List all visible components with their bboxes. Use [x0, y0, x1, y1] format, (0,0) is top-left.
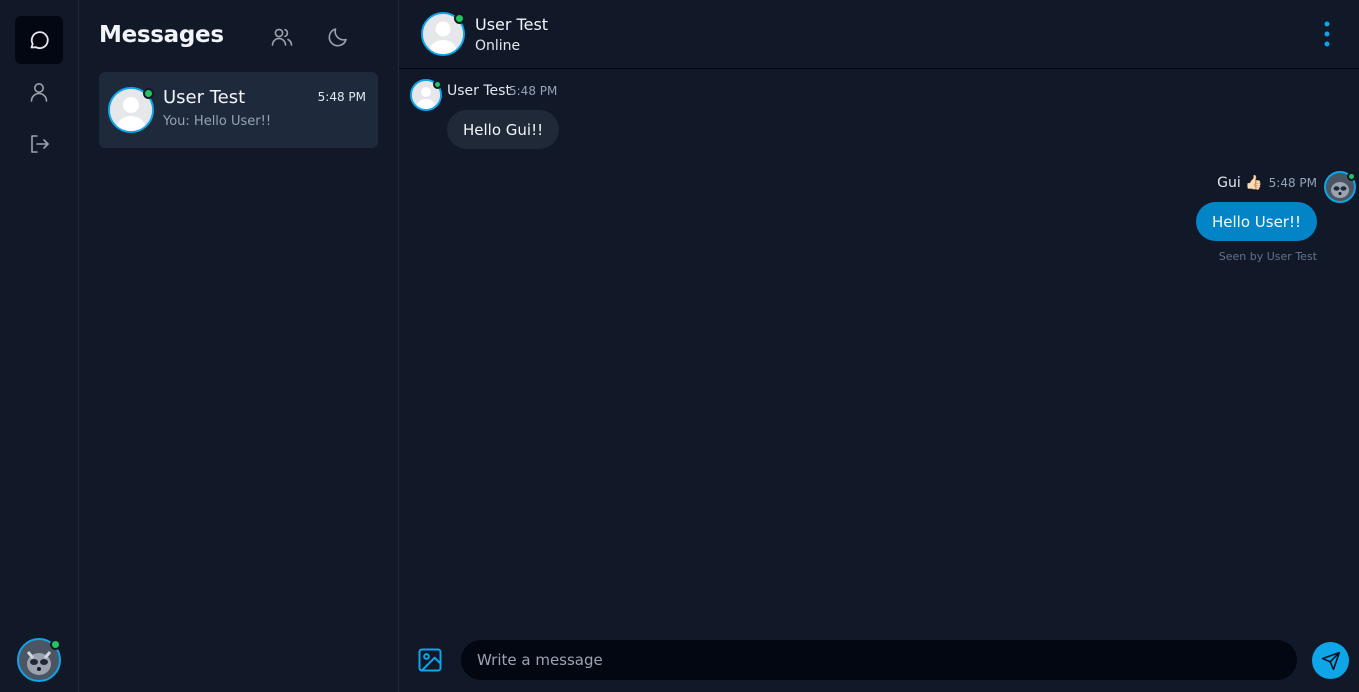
avatar — [108, 87, 154, 133]
image-icon — [418, 648, 442, 672]
send-icon — [1321, 651, 1340, 670]
page-title: Messages — [99, 22, 224, 48]
chat-bubble-icon — [30, 31, 49, 50]
more-vertical-icon — [1324, 21, 1330, 47]
current-user-avatar[interactable] — [17, 638, 61, 682]
users-icon — [271, 28, 293, 46]
chat-partner-status: Online — [475, 38, 521, 54]
moon-icon — [328, 28, 347, 47]
sidebar-rail — [0, 0, 79, 692]
chat-pane: User Test Online User Test 5:48 PM Hello… — [399, 0, 1359, 692]
message-meta: Gui 👍🏻 5:48 PM — [1217, 175, 1317, 191]
user-icon — [30, 83, 48, 102]
conversation-list: Messages User Test 5:48 PM You: Hello Us… — [79, 0, 399, 692]
chat-partner-name: User Test — [475, 15, 549, 34]
seen-receipt: Seen by User Test — [1218, 250, 1317, 263]
send-button[interactable] — [1312, 642, 1349, 679]
message-bubble-incoming: Hello Gui!! — [447, 110, 560, 149]
conversation-time: 5:48 PM — [317, 90, 366, 104]
online-indicator — [433, 80, 442, 89]
chat-options-button[interactable] — [1317, 20, 1337, 48]
sender-avatar — [1324, 171, 1356, 203]
message-bubble-outgoing: Hello User!! — [1195, 202, 1317, 241]
contacts-button[interactable] — [268, 23, 296, 51]
message-sender-name: User Test — [447, 83, 511, 99]
chat-header: User Test Online — [399, 0, 1359, 69]
rail-chats-button[interactable] — [15, 16, 63, 64]
chat-app: Messages User Test 5:48 PM You: Hello Us… — [0, 0, 1359, 692]
sender-avatar — [410, 79, 442, 111]
message-sender-name: Gui 👍🏻 — [1217, 175, 1263, 191]
rail-logout-button[interactable] — [15, 120, 63, 168]
conversation-item[interactable]: User Test 5:48 PM You: Hello User!! — [99, 72, 378, 148]
rail-profile-button[interactable] — [15, 68, 63, 116]
message-input[interactable] — [461, 640, 1297, 680]
logout-icon — [31, 135, 49, 153]
conversation-preview: You: Hello User!! — [163, 114, 272, 129]
online-indicator — [1347, 172, 1356, 181]
attach-image-button[interactable] — [415, 645, 445, 675]
message-time: 5:48 PM — [1268, 176, 1317, 190]
chat-partner-avatar[interactable] — [421, 12, 465, 56]
online-indicator — [143, 88, 154, 99]
theme-toggle-button[interactable] — [324, 23, 352, 51]
online-indicator — [50, 639, 61, 650]
message-time: 5:48 PM — [509, 84, 558, 98]
online-indicator — [454, 13, 465, 24]
conversation-name: User Test — [163, 87, 246, 108]
